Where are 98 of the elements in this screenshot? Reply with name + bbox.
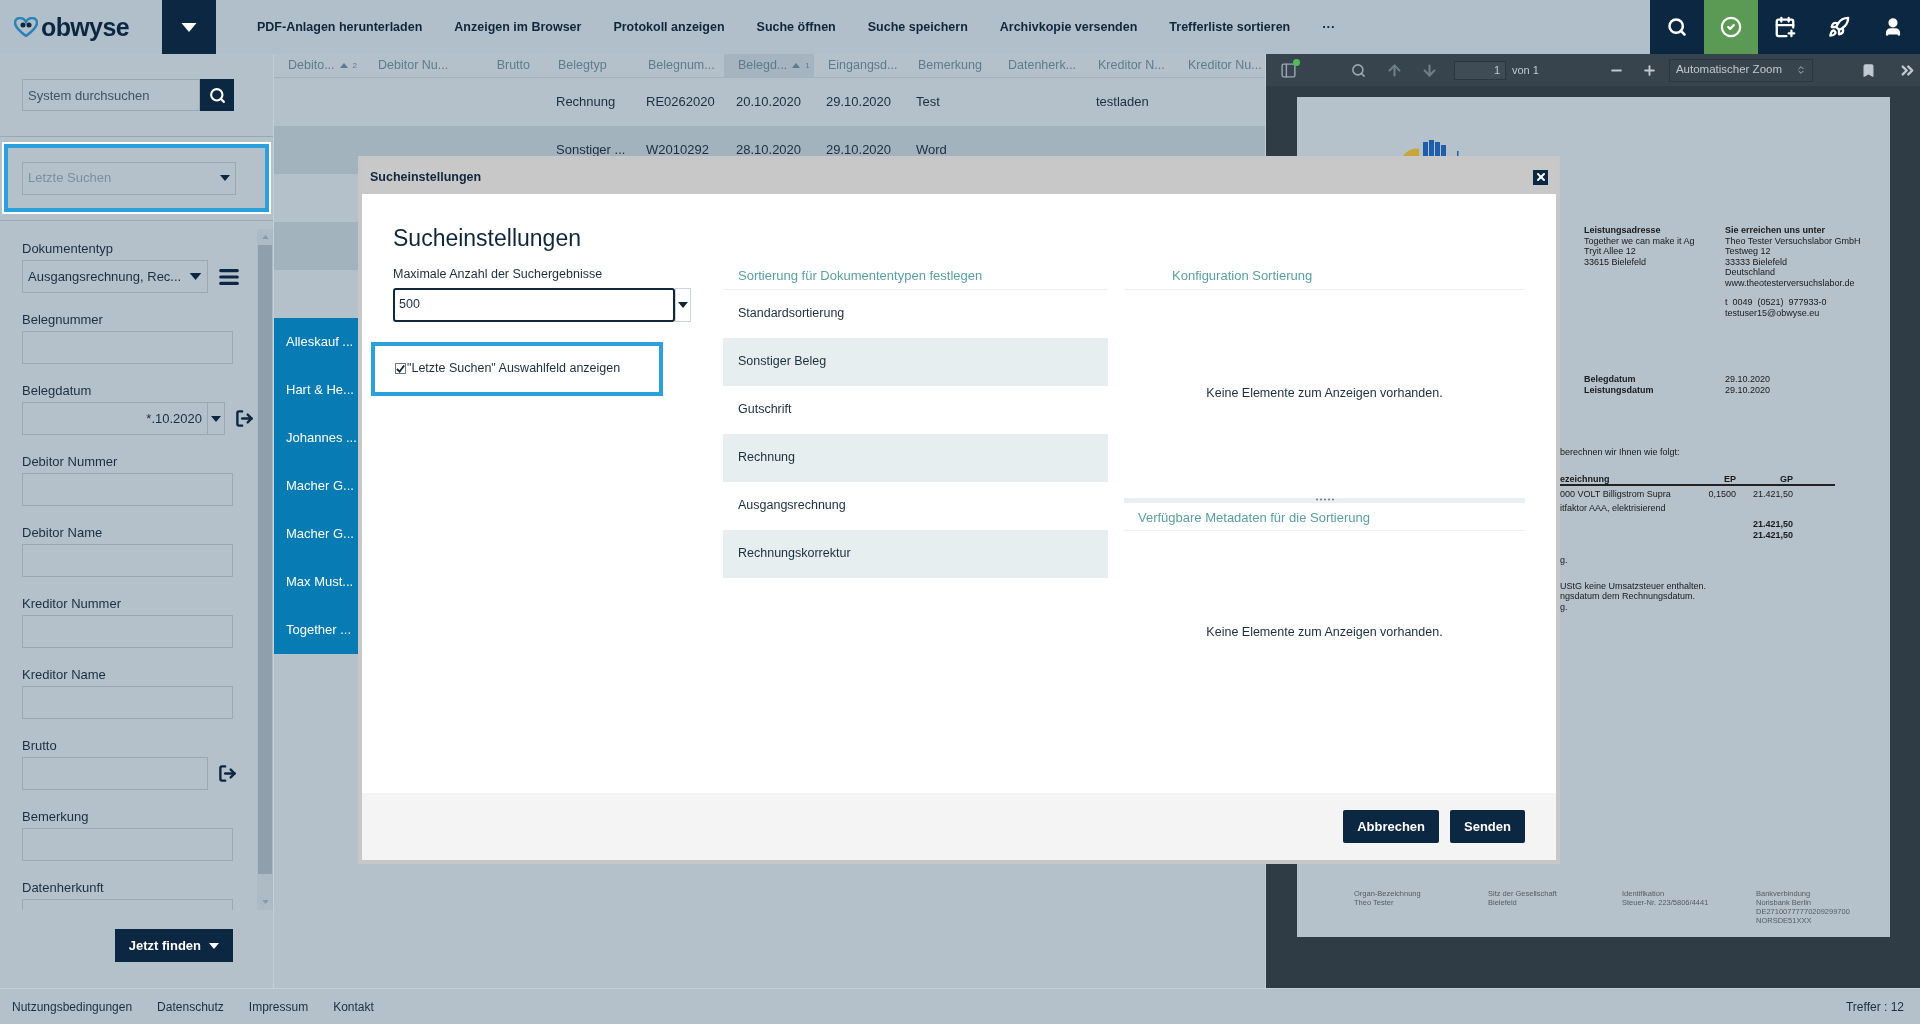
find-now-button[interactable]: Jetzt finden <box>114 929 233 962</box>
address-line: 33333 Bielefeld <box>1725 256 1789 267</box>
table-cell: Alleskauf ... <box>274 318 360 366</box>
column-heading: EP <box>1723 473 1736 484</box>
item-cell-text: 0,1500 <box>1707 489 1736 500</box>
date-value: 29.10.2020 <box>1725 384 1771 395</box>
note-line: UStG keine Umsatzsteuer enthalten. <box>1560 580 1708 591</box>
hit-count: Treffer : 12 <box>1845 998 1904 1016</box>
field-label: Maximale Anzahl der Suchergebnisse <box>393 266 604 283</box>
date-label: Leistungsdatum <box>1584 384 1655 395</box>
table-cell-text: Sonstiger ... <box>555 141 627 160</box>
address-heading: Sie erreichen uns unter <box>1725 225 1827 236</box>
table-cell-text: testladen <box>1095 93 1150 112</box>
field-label: Dokumententyp <box>22 241 115 256</box>
table-cell: Macher G... <box>274 462 360 510</box>
footer-link[interactable]: Nutzungsbedingungen <box>12 997 133 1016</box>
table-cell-text: Test <box>915 93 941 112</box>
note-line: g. <box>1560 601 1569 612</box>
dialog-heading: Sucheinstellungen <box>393 224 582 253</box>
note-line: ngsdatum dem Rechnungsdatum. <box>1560 591 1697 602</box>
document-type-item[interactable]: Gutschrift <box>723 385 1108 434</box>
field-label: Bemerkung <box>22 809 90 824</box>
table-cell-text: W2010292 <box>645 141 710 160</box>
document-type-item[interactable]: Sonstiger Beleg <box>723 337 1108 386</box>
address-line: www.theotesterversuchslabor.de <box>1725 277 1856 288</box>
document-type-item[interactable]: Standardsortierung <box>723 289 1108 338</box>
document-type-item[interactable]: Ausgangsrechnung <box>723 481 1108 530</box>
sort-order: 2 <box>352 59 357 72</box>
toolbar-action[interactable]: Trefferliste sortieren <box>1169 17 1291 37</box>
table-cell-text: 20.10.2020 <box>735 93 803 112</box>
column-heading: ezeichnung <box>1560 473 1611 484</box>
toolbar-action[interactable]: Suche speichern <box>867 17 968 37</box>
footer-link[interactable]: Datenschutz <box>157 997 224 1016</box>
empty-message: Keine Elemente zum Anzeigen vorhanden. <box>1206 623 1443 641</box>
table-cell-text: 29.10.2020 <box>825 141 893 160</box>
empty-message: Keine Elemente zum Anzeigen vorhanden. <box>1206 385 1443 403</box>
field-label: Belegdatum <box>22 383 93 398</box>
address-line: Deutschland <box>1725 267 1777 278</box>
address-line: Testweg 12 <box>1725 246 1772 257</box>
page-total: von 1 <box>1512 62 1539 78</box>
contact-line: t 0049 (0521) 977933-0 <box>1725 297 1828 308</box>
address-line: Together we can make it Ag <box>1584 235 1696 246</box>
toolbar-action[interactable]: Archivkopie versenden <box>999 17 1138 37</box>
footer-link[interactable]: Impressum <box>248 997 309 1016</box>
table-cell: Johannes ... <box>274 414 360 462</box>
table-cell-text: 28.10.2020 <box>735 141 803 160</box>
field-label: Debitor Name <box>22 525 104 540</box>
more-button[interactable]: ··· <box>1322 17 1336 37</box>
item-cell-text: 000 VOLT Billigstrom Supra <box>1560 489 1672 500</box>
footer-link[interactable]: Kontakt <box>333 997 374 1016</box>
table-cell-text: Rechnung <box>555 93 617 112</box>
table-cell-text: 29.10.2020 <box>825 93 893 112</box>
document-type-select[interactable]: Ausgangsrechnung, Rec... <box>22 260 208 293</box>
toolbar-action[interactable]: Anzeigen im Browser <box>454 17 582 37</box>
address-line: 33615 Bielefeld <box>1584 256 1648 267</box>
document-type-item[interactable]: Rechnung <box>723 433 1108 482</box>
section-heading: Sortierung für Dokumententypen festlegen <box>723 223 1108 290</box>
cancel-button[interactable]: Abbrechen <box>1343 810 1440 843</box>
date-field[interactable]: *.10.2020 <box>22 402 208 435</box>
toolbar-action[interactable]: Protokoll anzeigen <box>613 17 725 37</box>
date-label: Belegdatum <box>1584 374 1637 385</box>
intro-text: berechnen wir Ihnen wie folgt: <box>1560 447 1681 458</box>
table-cell: Hart & He... <box>274 366 360 414</box>
table-cell-text: Word <box>915 141 948 160</box>
table-cell-text: RE0262020 <box>645 93 716 112</box>
address-line: Tryit Allee 12 <box>1584 246 1637 257</box>
table-cell: Max Must... <box>274 558 360 606</box>
item-cell-text: 21.421,50 <box>1751 489 1793 500</box>
toolbar-action[interactable]: Suche öffnen <box>756 17 836 37</box>
logo-text: obwyse <box>41 14 129 40</box>
total-amount: 21.421,50 <box>1751 529 1793 540</box>
table-cell: Together ... <box>274 606 360 654</box>
field-label: Kreditor Nummer <box>22 596 122 611</box>
search-field[interactable]: System durchsuchen <box>22 79 200 111</box>
zoom-select[interactable]: Automatischer Zoom <box>1668 58 1813 82</box>
item-cell-text: itfaktor AAA, elektrisierend <box>1560 502 1667 513</box>
field-label: Brutto <box>22 738 58 753</box>
address-line: Theo Tester Versuchslabor GmbH <box>1725 235 1861 246</box>
field-label: Belegnummer <box>22 312 104 327</box>
section-heading: Verfügbare Metadaten für die Sortierung <box>1124 502 1525 531</box>
field-label: Datenherkunft <box>22 880 105 895</box>
send-button[interactable]: Senden <box>1450 810 1525 843</box>
date-value: 29.10.2020 <box>1725 374 1771 385</box>
note-line: g. <box>1560 555 1569 566</box>
total-amount: 21.421,50 <box>1751 519 1793 530</box>
sort-order: 1 <box>805 59 810 72</box>
table-cell: Macher G... <box>274 510 360 558</box>
field-label: Debitor Nummer <box>22 454 119 469</box>
toolbar-action[interactable]: PDF-Anlagen herunterladen <box>257 17 423 37</box>
column-heading: GP <box>1779 473 1793 484</box>
max-results-field[interactable]: 500 <box>393 287 675 322</box>
contact-line: testuser15@obwyse.eu <box>1725 307 1821 318</box>
document-type-item[interactable]: Rechnungskorrektur <box>723 529 1108 578</box>
address-heading: Leistungsadresse <box>1584 225 1662 236</box>
field-label: Kreditor Name <box>22 667 107 682</box>
page-number-field[interactable]: 1 <box>1454 60 1506 80</box>
checkbox-label: "Letzte Suchen" Auswahlfeld anzeigen <box>407 360 621 378</box>
section-heading: Konfiguration Sortierung <box>1124 223 1525 290</box>
